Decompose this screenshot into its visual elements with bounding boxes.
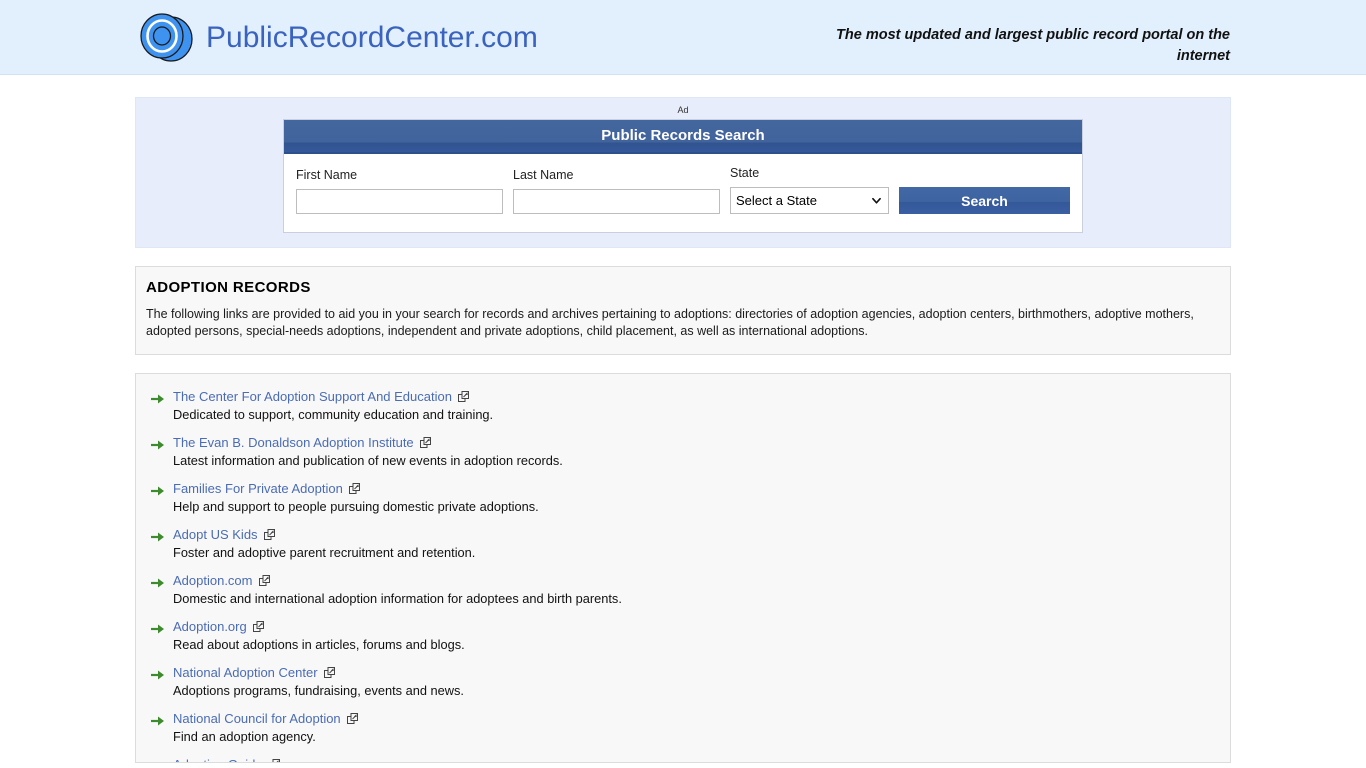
resource-link[interactable]: The Center For Adoption Support And Educ…	[173, 388, 452, 405]
link-row: Families For Private Adoption	[173, 480, 539, 497]
resource-link[interactable]: National Council for Adoption	[173, 710, 341, 727]
resource-description: Find an adoption agency.	[173, 729, 316, 744]
green-arrow-icon	[151, 578, 164, 588]
first-name-label: First Name	[296, 168, 358, 182]
external-link-icon	[348, 483, 360, 494]
last-name-label: Last Name	[513, 168, 574, 182]
last-name-field-group: Last Name	[513, 168, 720, 214]
link-body: The Evan B. Donaldson Adoption Institute…	[173, 434, 563, 470]
brand-logo-link[interactable]: PublicRecordCenter.com	[138, 10, 538, 66]
search-widget-body: First Name Last Name State Select a Stat…	[284, 154, 1082, 232]
state-field-group: State Select a State	[730, 166, 889, 214]
list-item: Adoption.org Read about adoptions in arti…	[146, 618, 1220, 654]
list-item: Adoption GuideGetting started guide and …	[146, 756, 1220, 763]
state-select[interactable]: Select a State	[730, 187, 889, 214]
resource-description: Help and support to people pursuing dome…	[173, 499, 539, 514]
external-link-icon	[252, 621, 264, 632]
external-link-icon	[263, 529, 275, 540]
link-body: National Adoption Center Adoptions progra…	[173, 664, 464, 700]
link-body: Adopt US Kids Foster and adoptive parent …	[173, 526, 475, 562]
brand-name: PublicRecordCenter.com	[206, 21, 538, 54]
link-row: Adoption Guide	[173, 756, 455, 762]
intro-description: The following links are provided to aid …	[146, 307, 1194, 338]
green-arrow-icon	[151, 440, 164, 450]
concentric-circles-logo-icon	[140, 13, 193, 62]
link-row: The Evan B. Donaldson Adoption Institute	[173, 434, 563, 451]
link-row: National Council for Adoption	[173, 710, 358, 727]
list-item: National Council for Adoption Find an ado…	[146, 710, 1220, 746]
link-body: Families For Private Adoption Help and su…	[173, 480, 539, 516]
resource-link[interactable]: Adoption.com	[173, 572, 253, 589]
link-body: Adoption GuideGetting started guide and …	[173, 756, 455, 762]
external-link-icon	[323, 667, 335, 678]
adoption-records-intro-panel: ADOPTION RECORDS The following links are…	[135, 266, 1231, 355]
list-item: Adopt US Kids Foster and adoptive parent …	[146, 526, 1220, 562]
list-item: The Evan B. Donaldson Adoption Institute…	[146, 434, 1220, 470]
external-link-icon	[258, 575, 270, 586]
link-row: Adoption.com	[173, 572, 622, 589]
site-tagline: The most updated and largest public reco…	[836, 27, 1230, 64]
green-arrow-icon	[151, 761, 165, 763]
last-name-input[interactable]	[513, 189, 720, 214]
link-row: The Center For Adoption Support And Educ…	[173, 388, 493, 405]
resource-link[interactable]: Adoption.org	[173, 618, 247, 635]
first-name-field-group: First Name	[296, 168, 503, 214]
page-title: ADOPTION RECORDS	[146, 279, 311, 296]
ad-label: Ad	[677, 105, 689, 115]
links-panel: The Center For Adoption Support And Educ…	[135, 373, 1231, 763]
state-select-wrapper: Select a State	[730, 187, 889, 214]
search-button[interactable]: Search	[899, 187, 1070, 214]
link-body: National Council for Adoption Find an ado…	[173, 710, 358, 746]
resource-link[interactable]: The Evan B. Donaldson Adoption Institute	[173, 434, 414, 451]
resource-link[interactable]: Adopt US Kids	[173, 526, 258, 543]
resource-description: Dedicated to support, community educatio…	[173, 407, 494, 422]
green-arrow-icon	[151, 670, 164, 680]
resource-link[interactable]: National Adoption Center	[173, 664, 318, 681]
link-body: The Center For Adoption Support And Educ…	[173, 388, 493, 424]
resource-link[interactable]: Adoption Guide	[173, 756, 263, 762]
link-row: Adopt US Kids	[173, 526, 475, 543]
list-item: Families For Private Adoption Help and su…	[146, 480, 1220, 516]
link-body: Adoption.org Read about adoptions in arti…	[173, 618, 465, 654]
list-item: National Adoption Center Adoptions progra…	[146, 664, 1220, 700]
list-item: The Center For Adoption Support And Educ…	[146, 388, 1220, 424]
green-arrow-icon	[151, 394, 164, 404]
resource-link[interactable]: Families For Private Adoption	[173, 480, 343, 497]
site-header: PublicRecordCenter.com The most updated …	[0, 0, 1366, 75]
external-link-icon	[346, 713, 358, 724]
resource-description: Foster and adoptive parent recruitment a…	[173, 545, 476, 560]
resource-description: Adoptions programs, fundraising, events …	[173, 683, 464, 698]
green-arrow-icon	[151, 486, 164, 496]
external-link-icon	[272, 759, 280, 762]
ad-container: Ad Public Records Search First Name Last…	[135, 97, 1231, 248]
green-arrow-icon	[151, 624, 164, 634]
resource-description: Domestic and international adoption info…	[173, 591, 622, 606]
list-item: Adoption.com Domestic and international a…	[146, 572, 1220, 608]
link-row: Adoption.org	[173, 618, 465, 635]
resource-description: Latest information and publication of ne…	[173, 453, 563, 468]
green-arrow-icon	[151, 716, 164, 726]
first-name-input[interactable]	[296, 189, 503, 214]
link-row: National Adoption Center	[173, 664, 464, 681]
external-link-icon	[419, 437, 431, 448]
state-label: State	[730, 166, 760, 180]
green-arrow-icon	[151, 532, 164, 542]
page-container: Ad Public Records Search First Name Last…	[135, 75, 1231, 763]
external-link-icon	[457, 391, 469, 402]
resource-description: Read about adoptions in articles, forums…	[173, 637, 465, 652]
search-widget-title: Public Records Search	[284, 120, 1082, 154]
public-records-search-widget: Public Records Search First Name Last Na…	[283, 119, 1083, 233]
link-body: Adoption.com Domestic and international a…	[173, 572, 622, 608]
